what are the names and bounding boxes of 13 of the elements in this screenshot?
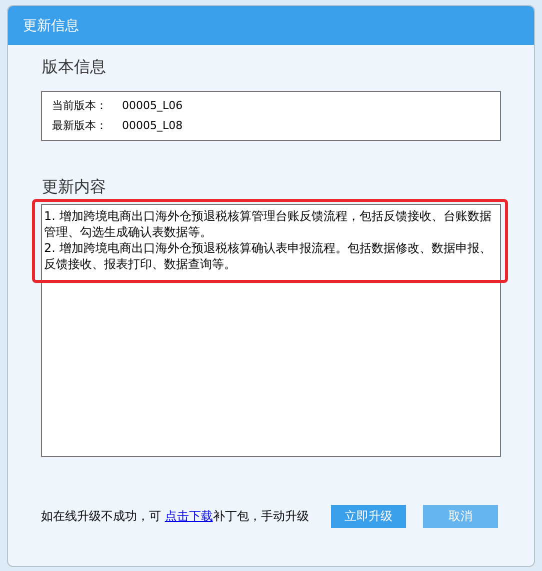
upgrade-button[interactable]: 立即升级: [330, 505, 406, 528]
window-title: 更新信息: [8, 6, 534, 45]
update-item: 2. 增加跨境电商出口海外仓预退税核算确认表申报流程。包括数据修改、数据申报、反馈接收、报表打印、数据查询等。: [44, 240, 492, 272]
section-title: 版本信息: [42, 57, 107, 78]
version-value: 00005_L08: [122, 118, 183, 134]
version-label: 当前版本：: [52, 98, 108, 114]
cancel-button[interactable]: 取消: [422, 505, 498, 528]
version-label: 最新版本：: [52, 118, 108, 134]
section-title: 更新内容: [42, 177, 107, 198]
download-link[interactable]: 点击下载: [164, 509, 213, 523]
version-value: 00005_L06: [122, 98, 183, 114]
update-item: 1. 增加跨境电商出口海外仓预退税核算管理台账反馈流程，包括反馈接收、台账数据管理、勾选生成确认表数据等。: [44, 208, 492, 240]
footer-note: 如在线升级不成功，可 点击下载补丁包，手动升级: [41, 508, 309, 525]
